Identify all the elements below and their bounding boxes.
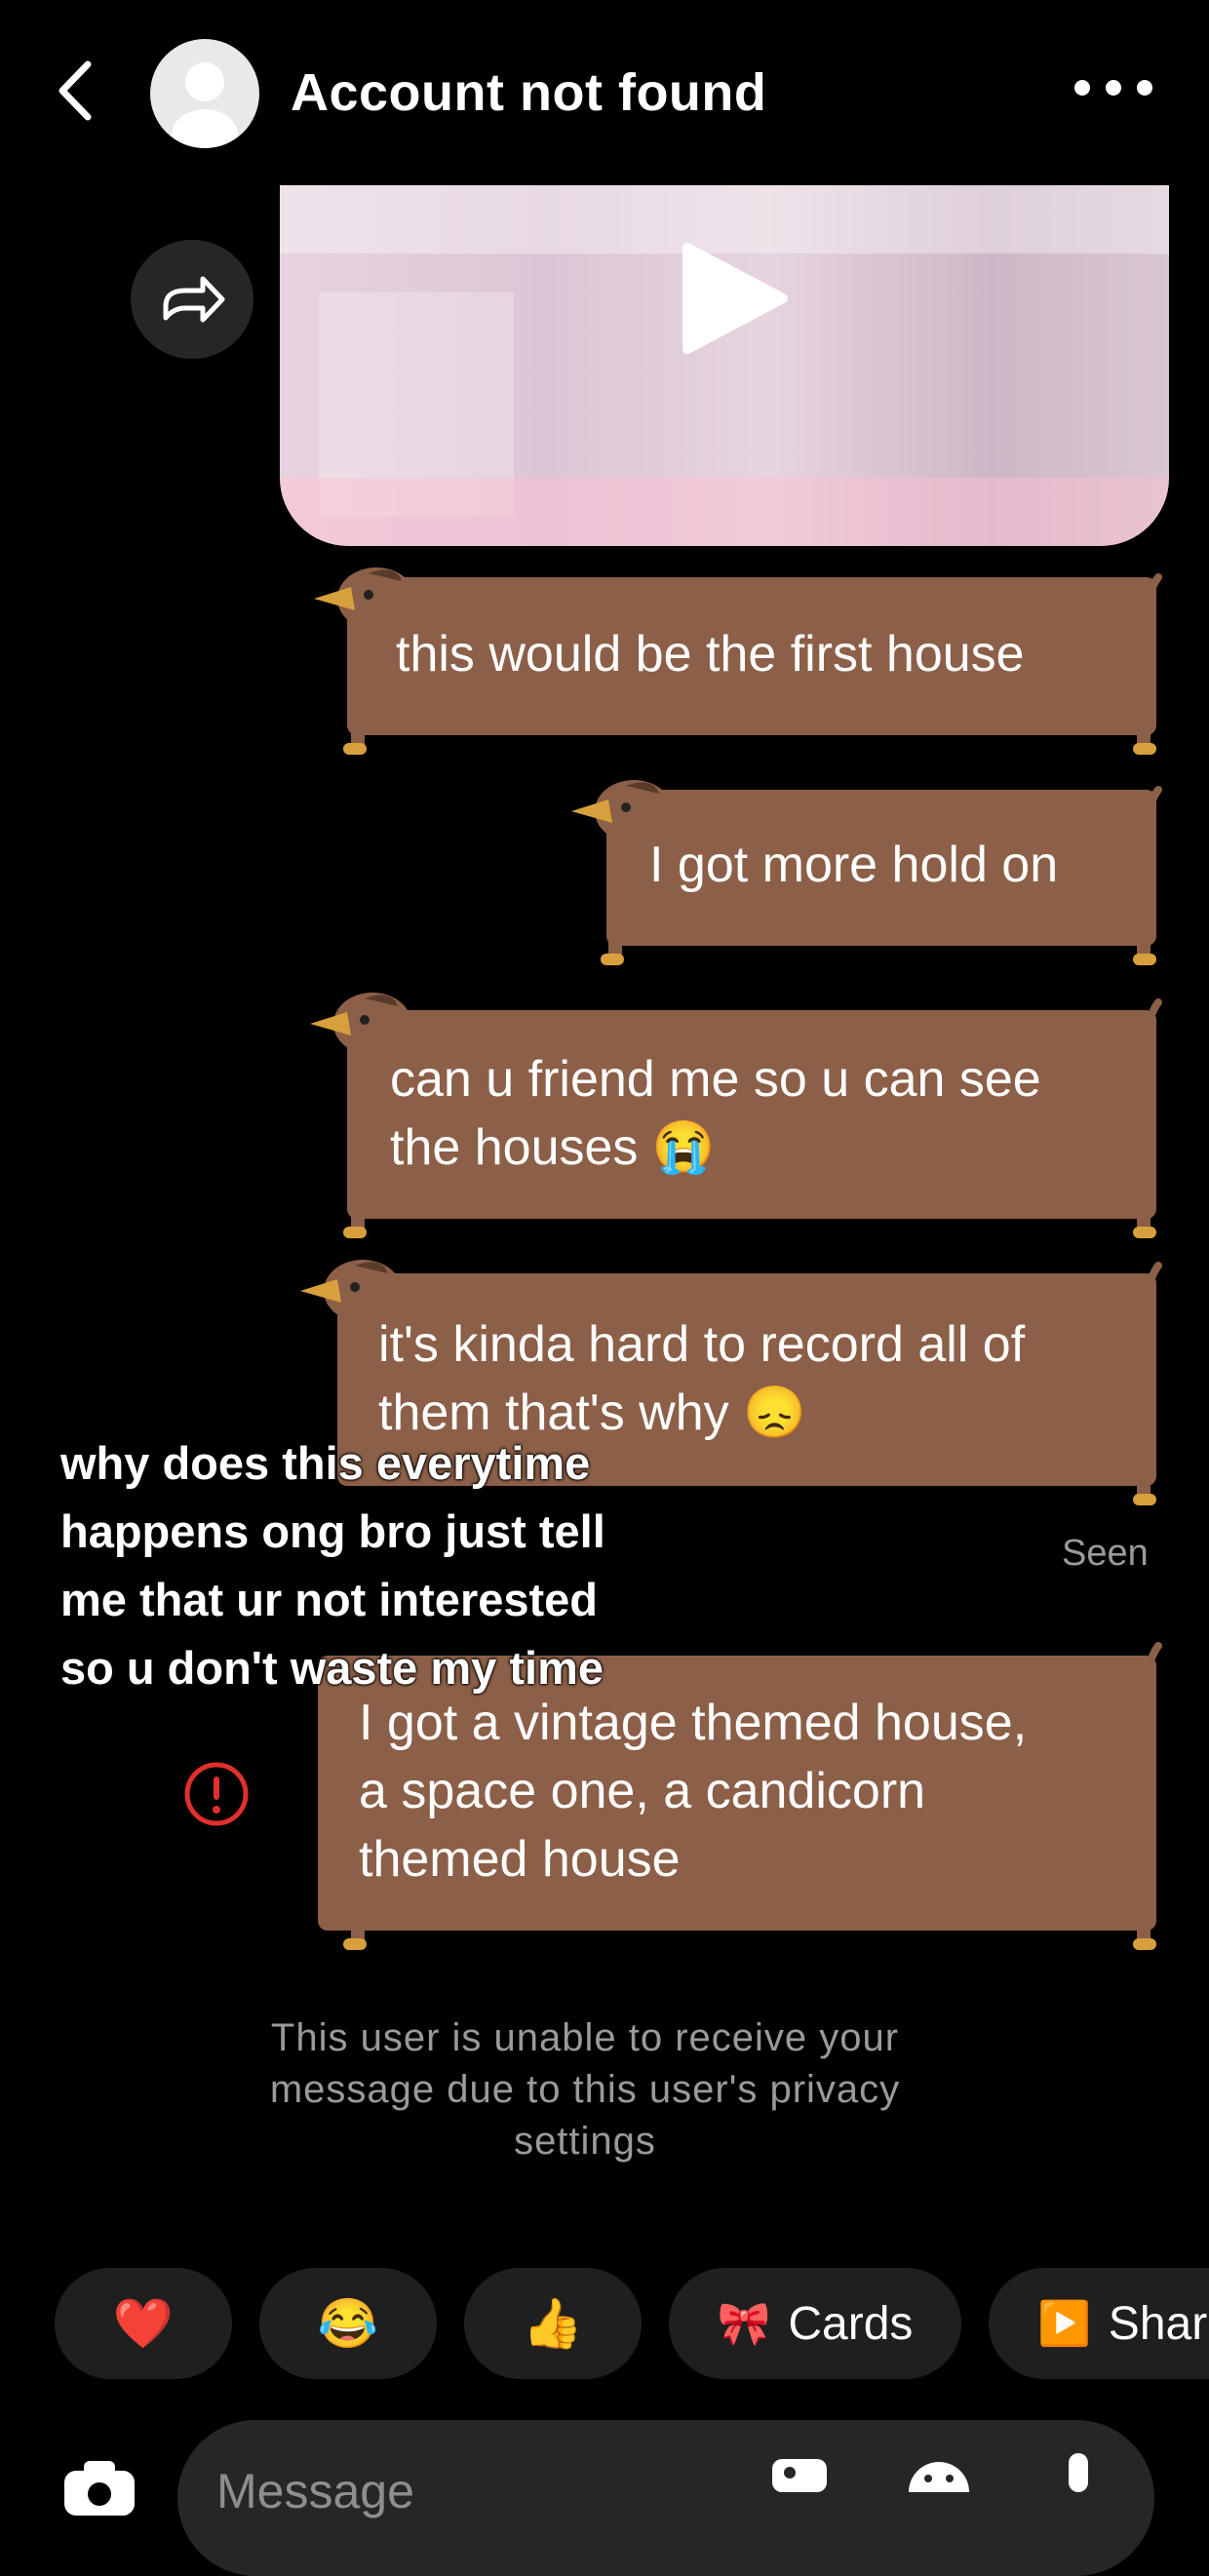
dachshund-leg-icon bbox=[1133, 1472, 1156, 1505]
cards-icon: 🎀 bbox=[717, 2300, 771, 2348]
message-text: this would be the first house bbox=[396, 626, 1025, 683]
dachshund-leg-icon bbox=[601, 932, 624, 965]
dachshund-leg-icon bbox=[343, 722, 367, 755]
dachshund-tail-icon bbox=[1139, 1262, 1162, 1310]
dachshund-leg-icon bbox=[1133, 1205, 1156, 1238]
dachshund-leg-icon bbox=[343, 1917, 367, 1950]
dachshund-tail-icon bbox=[1139, 573, 1162, 622]
page-title[interactable]: Account not found bbox=[291, 62, 766, 123]
message-text: can u friend me so u can see the houses … bbox=[390, 1051, 1041, 1176]
message-bubble[interactable]: I got more hold on bbox=[606, 790, 1156, 946]
message-bubble[interactable]: this would be the first house bbox=[347, 577, 1156, 735]
default-avatar-icon bbox=[172, 62, 238, 148]
dachshund-leg-icon bbox=[343, 1205, 367, 1238]
privacy-notice: This user is unable to receive your mess… bbox=[269, 2016, 901, 2163]
share-arrow-icon bbox=[163, 276, 225, 323]
dachshund-tail-icon bbox=[1139, 1642, 1162, 1691]
play-icon[interactable] bbox=[678, 240, 795, 357]
avatar[interactable] bbox=[150, 39, 259, 148]
thumbs-up-emoji: 👍 bbox=[522, 2295, 584, 2351]
message-text: I got a vintage themed house, a space on… bbox=[359, 1695, 1028, 1888]
quick-reply-thumbs-up[interactable]: 👍 bbox=[464, 2268, 642, 2379]
message-input[interactable]: Message bbox=[216, 2463, 414, 2519]
microphone-icon[interactable] bbox=[1059, 2453, 1098, 2492]
sticker-icon[interactable] bbox=[905, 2453, 973, 2492]
dachshund-leg-icon bbox=[1133, 722, 1156, 755]
dachshund-head-icon bbox=[314, 567, 415, 630]
share-chip-button[interactable]: ▶️ Shar bbox=[989, 2268, 1209, 2379]
dachshund-tail-icon bbox=[1139, 998, 1162, 1047]
share-button[interactable] bbox=[131, 240, 254, 359]
back-arrow-icon[interactable] bbox=[49, 57, 107, 125]
message-bubble[interactable]: can u friend me so u can see the houses … bbox=[347, 1010, 1156, 1219]
camera-icon[interactable] bbox=[60, 2457, 138, 2516]
share-label: Shar bbox=[1108, 2297, 1208, 2350]
dachshund-head-icon bbox=[310, 993, 411, 1055]
more-options-icon[interactable] bbox=[1074, 80, 1152, 103]
dachshund-leg-icon bbox=[1133, 932, 1156, 965]
seen-status: Seen bbox=[1062, 1533, 1149, 1574]
heart-emoji: ❤️ bbox=[112, 2295, 175, 2351]
cards-button[interactable]: 🎀 Cards bbox=[669, 2268, 961, 2379]
laughing-emoji: 😂 bbox=[317, 2295, 379, 2351]
cards-label: Cards bbox=[788, 2297, 914, 2350]
dachshund-head-icon bbox=[571, 780, 673, 842]
gallery-icon[interactable] bbox=[768, 2453, 831, 2492]
message-text: it's kinda hard to record all of them th… bbox=[378, 1316, 1026, 1441]
quick-reply-heart[interactable]: ❤️ bbox=[55, 2268, 232, 2379]
error-icon[interactable] bbox=[183, 1761, 250, 1827]
dachshund-leg-icon bbox=[1133, 1917, 1156, 1950]
overlay-caption: why does this everytime happens ong bro … bbox=[60, 1437, 605, 1694]
play-square-icon: ▶️ bbox=[1037, 2300, 1091, 2348]
quick-reply-laughing[interactable]: 😂 bbox=[259, 2268, 437, 2379]
dachshund-tail-icon bbox=[1139, 786, 1162, 835]
message-text: I got more hold on bbox=[649, 837, 1059, 893]
dachshund-head-icon bbox=[300, 1260, 402, 1322]
